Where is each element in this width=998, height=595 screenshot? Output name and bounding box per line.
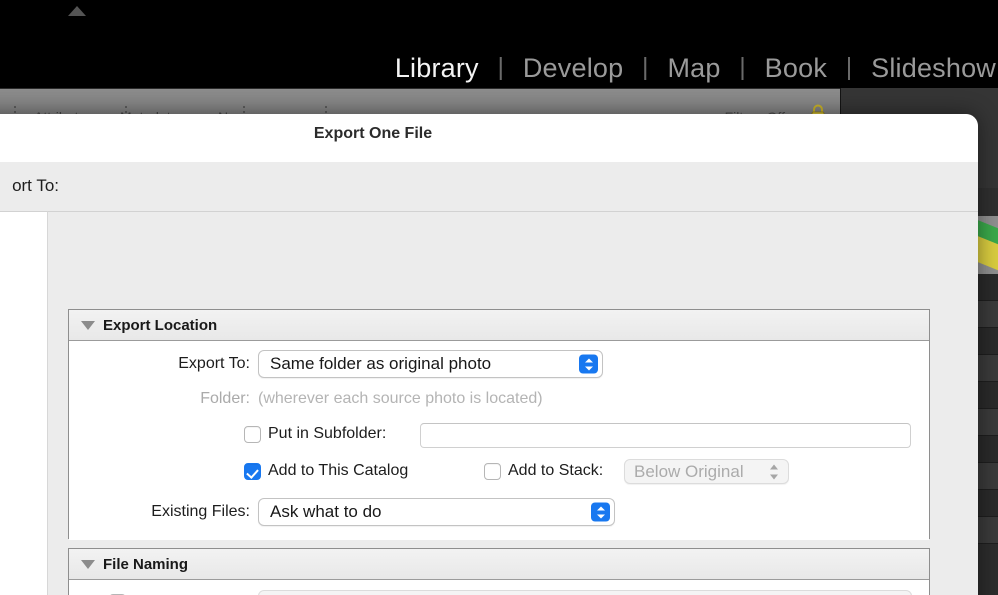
existing-files-popup[interactable]: Ask what to do [258, 498, 615, 526]
settings-pane: Export Location Export To: Same folder a… [48, 211, 978, 595]
triangle-down-icon[interactable] [81, 321, 95, 330]
dialog-titlebar: Export One File [0, 114, 978, 162]
folder-value: (wherever each source photo is located) [258, 390, 543, 407]
triangle-up-icon[interactable] [68, 6, 86, 16]
section-title: File Naming [103, 556, 189, 573]
module-slideshow[interactable]: Slideshow [869, 53, 998, 83]
existing-files-label: Existing Files: [151, 503, 250, 520]
export-destination-row: ort To: [0, 162, 978, 211]
add-to-stack-label: Add to Stack: [508, 462, 604, 479]
existing-files-value: Ask what to do [270, 502, 382, 521]
add-to-catalog-label: Add to This Catalog [268, 462, 409, 479]
chevron-updown-icon [579, 354, 598, 374]
put-in-subfolder-checkbox[interactable] [244, 426, 261, 443]
section-header[interactable]: Export Location [69, 310, 929, 341]
module-library[interactable]: Library [393, 53, 481, 83]
folder-label: Folder: [200, 390, 250, 407]
module-develop[interactable]: Develop [521, 53, 625, 83]
preset-pane [0, 211, 48, 595]
export-dialog: Export One File ort To: Hard Drive Expor… [0, 114, 978, 595]
section-header[interactable]: File Naming [69, 549, 929, 580]
export-location-value: Same folder as original photo [270, 354, 492, 373]
chevron-updown-icon [591, 502, 610, 522]
module-picker: Library | Develop | Map | Book | Slidesh… [393, 53, 998, 84]
chevron-updown-icon [770, 463, 779, 480]
lightroom-top-bar: Library | Develop | Map | Book | Slidesh… [0, 0, 998, 88]
add-to-stack-checkbox[interactable] [484, 463, 501, 480]
section-body: Rename To: Custom Name [69, 580, 929, 595]
section-export-location: Export Location Export To: Same folder a… [68, 309, 930, 540]
module-map[interactable]: Map [665, 53, 722, 83]
module-separator: | [642, 53, 649, 81]
add-to-stack-value: Below Original [634, 461, 744, 481]
dialog-title: Export One File [313, 125, 433, 142]
export-location-popup[interactable]: Same folder as original photo [258, 350, 603, 378]
section-file-naming: File Naming Rename To: Custom Name [68, 548, 930, 595]
put-in-subfolder-input[interactable] [420, 423, 911, 448]
add-to-catalog-checkbox[interactable] [244, 463, 261, 480]
put-in-subfolder-label: Put in Subfolder: [268, 425, 387, 442]
section-body: Export To: Same folder as original photo… [69, 341, 929, 540]
rename-to-popup[interactable]: Custom Name [258, 590, 912, 595]
module-separator: | [497, 53, 505, 81]
add-to-stack-popup[interactable]: Below Original [624, 459, 789, 484]
module-separator: | [739, 53, 746, 81]
module-book[interactable]: Book [763, 53, 829, 83]
section-title: Export Location [103, 317, 218, 334]
dialog-body: ort To: Hard Drive Export One File Expor… [0, 162, 978, 595]
export-to-service-label: ort To: [12, 176, 59, 195]
export-location-label: Export To: [178, 355, 250, 372]
lightroom-window: Library | Develop | Map | Book | Slidesh… [0, 0, 998, 595]
triangle-down-icon[interactable] [81, 560, 95, 569]
module-separator: | [845, 53, 853, 81]
